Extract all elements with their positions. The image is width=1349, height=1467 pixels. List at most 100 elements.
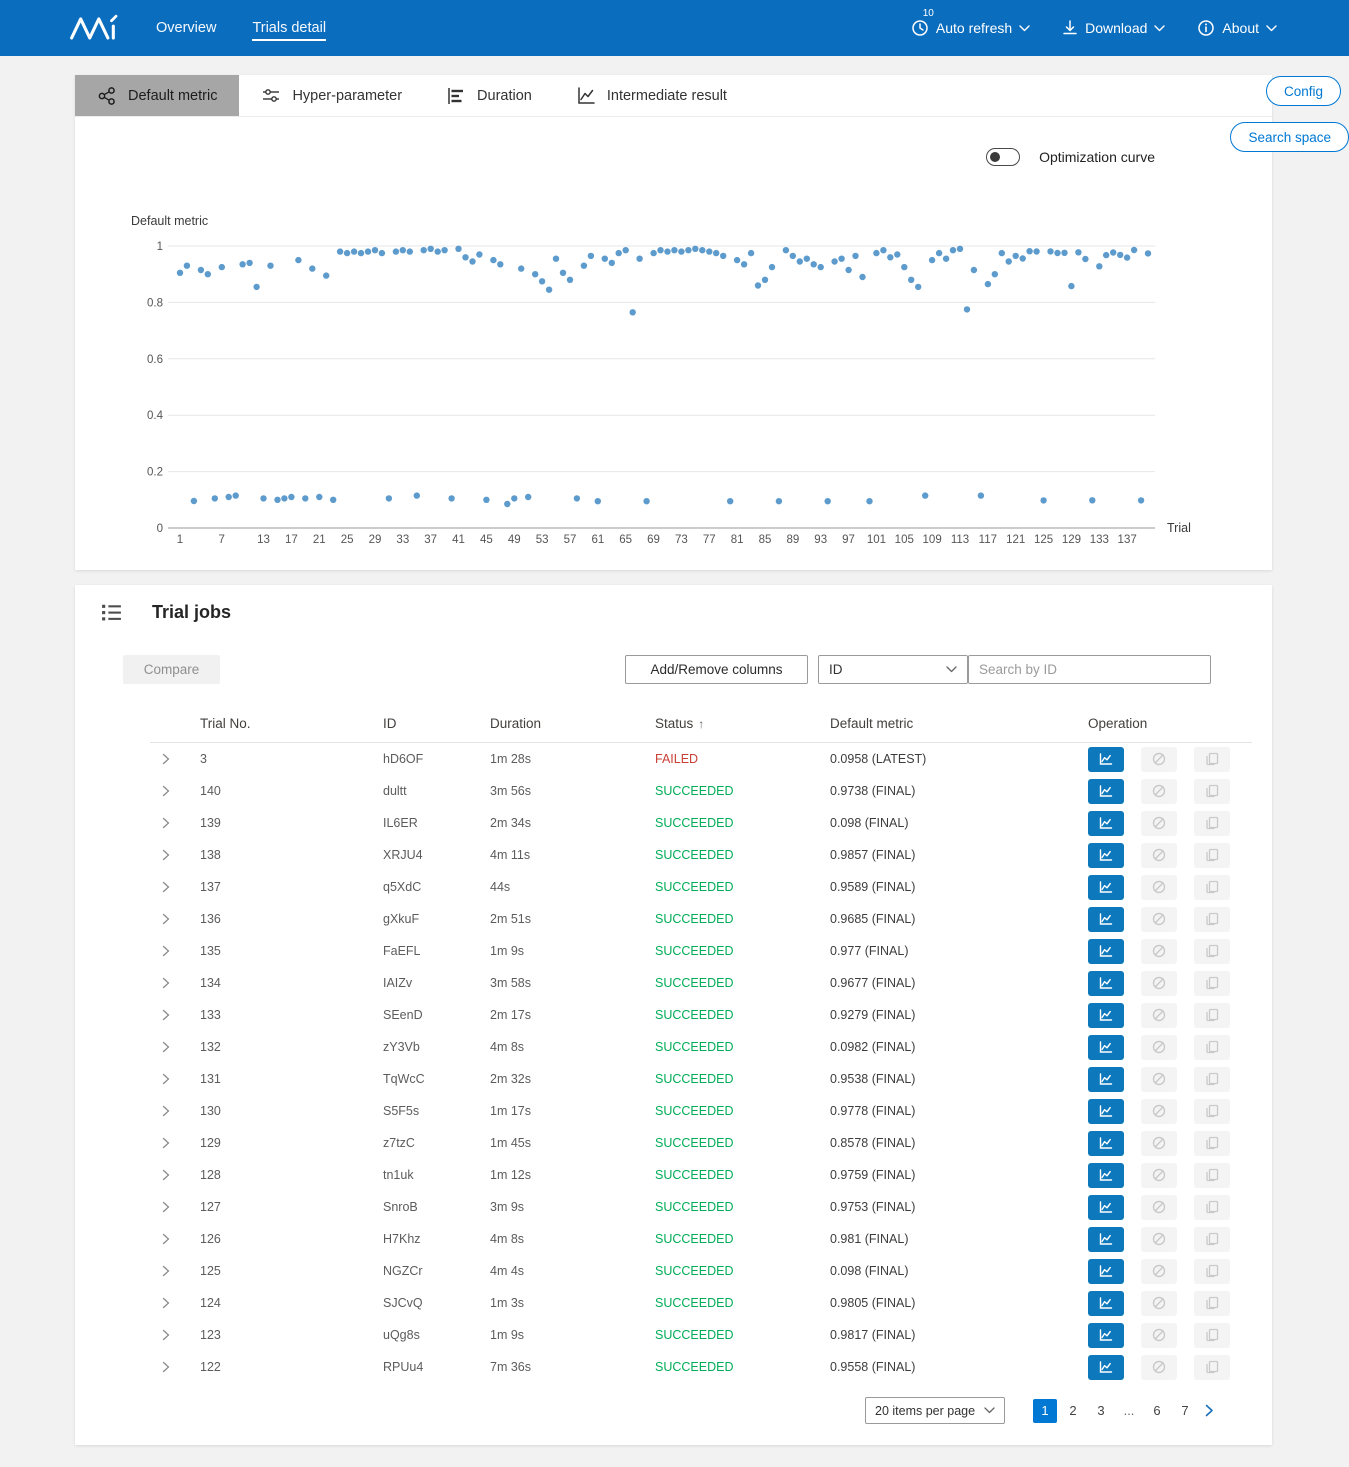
expand-row-button[interactable] bbox=[150, 785, 200, 797]
expand-row-button[interactable] bbox=[150, 1105, 200, 1117]
kill-job-button[interactable] bbox=[1141, 1291, 1177, 1316]
expand-row-button[interactable] bbox=[150, 1329, 200, 1341]
intermediate-result-button[interactable] bbox=[1088, 1291, 1124, 1316]
intermediate-result-button[interactable] bbox=[1088, 1067, 1124, 1092]
copy-parameter-button[interactable] bbox=[1194, 1291, 1230, 1316]
kill-job-button[interactable] bbox=[1141, 1355, 1177, 1380]
column-header-trial-no[interactable]: Trial No. bbox=[200, 716, 383, 731]
copy-parameter-button[interactable] bbox=[1194, 1035, 1230, 1060]
intermediate-result-button[interactable] bbox=[1088, 971, 1124, 996]
page-button-2[interactable]: 2 bbox=[1061, 1399, 1085, 1423]
compare-button[interactable]: Compare bbox=[123, 655, 220, 684]
intermediate-result-button[interactable] bbox=[1088, 1355, 1124, 1380]
page-button-6[interactable]: 6 bbox=[1145, 1399, 1169, 1423]
copy-parameter-button[interactable] bbox=[1194, 1227, 1230, 1252]
intermediate-result-button[interactable] bbox=[1088, 747, 1124, 772]
intermediate-result-button[interactable] bbox=[1088, 1003, 1124, 1028]
expand-row-button[interactable] bbox=[150, 817, 200, 829]
filter-type-dropdown[interactable]: ID bbox=[818, 655, 968, 684]
column-header-duration[interactable]: Duration bbox=[490, 716, 655, 731]
copy-parameter-button[interactable] bbox=[1194, 1355, 1230, 1380]
kill-job-button[interactable] bbox=[1141, 779, 1177, 804]
expand-row-button[interactable] bbox=[150, 849, 200, 861]
search-space-button[interactable]: Search space bbox=[1230, 122, 1349, 152]
intermediate-result-button[interactable] bbox=[1088, 811, 1124, 836]
tab-default-metric[interactable]: Default metric bbox=[75, 75, 239, 116]
expand-row-button[interactable] bbox=[150, 913, 200, 925]
expand-row-button[interactable] bbox=[150, 881, 200, 893]
kill-job-button[interactable] bbox=[1141, 1163, 1177, 1188]
page-button-7[interactable]: 7 bbox=[1173, 1399, 1197, 1423]
copy-parameter-button[interactable] bbox=[1194, 811, 1230, 836]
kill-job-button[interactable] bbox=[1141, 1131, 1177, 1156]
page-size-dropdown[interactable]: 20 items per page bbox=[865, 1397, 1005, 1424]
search-input[interactable] bbox=[968, 655, 1211, 684]
intermediate-result-button[interactable] bbox=[1088, 1195, 1124, 1220]
column-header-id[interactable]: ID bbox=[383, 716, 490, 731]
kill-job-button[interactable] bbox=[1141, 1099, 1177, 1124]
expand-row-button[interactable] bbox=[150, 1201, 200, 1213]
intermediate-result-button[interactable] bbox=[1088, 1035, 1124, 1060]
kill-job-button[interactable] bbox=[1141, 971, 1177, 996]
add-remove-columns-button[interactable]: Add/Remove columns bbox=[625, 655, 808, 684]
config-button[interactable]: Config bbox=[1266, 76, 1341, 106]
copy-parameter-button[interactable] bbox=[1194, 779, 1230, 804]
nav-item-trials-detail[interactable]: Trials detail bbox=[252, 16, 326, 41]
nav-item-overview[interactable]: Overview bbox=[156, 16, 216, 41]
expand-row-button[interactable] bbox=[150, 1137, 200, 1149]
intermediate-result-button[interactable] bbox=[1088, 1323, 1124, 1348]
copy-parameter-button[interactable] bbox=[1194, 1163, 1230, 1188]
about-control[interactable]: About bbox=[1197, 19, 1277, 37]
expand-row-button[interactable] bbox=[150, 1361, 200, 1373]
copy-parameter-button[interactable] bbox=[1194, 907, 1230, 932]
tab-hyper-parameter[interactable]: Hyper-parameter bbox=[239, 75, 424, 116]
intermediate-result-button[interactable] bbox=[1088, 1163, 1124, 1188]
expand-row-button[interactable] bbox=[150, 1233, 200, 1245]
auto-refresh-control[interactable]: 10 Auto refresh bbox=[911, 19, 1030, 37]
copy-parameter-button[interactable] bbox=[1194, 1323, 1230, 1348]
kill-job-button[interactable] bbox=[1141, 1259, 1177, 1284]
expand-row-button[interactable] bbox=[150, 1041, 200, 1053]
intermediate-result-button[interactable] bbox=[1088, 779, 1124, 804]
expand-row-button[interactable] bbox=[150, 1297, 200, 1309]
kill-job-button[interactable] bbox=[1141, 811, 1177, 836]
intermediate-result-button[interactable] bbox=[1088, 1099, 1124, 1124]
next-page-button[interactable] bbox=[1205, 1404, 1214, 1417]
kill-job-button[interactable] bbox=[1141, 939, 1177, 964]
copy-parameter-button[interactable] bbox=[1194, 875, 1230, 900]
copy-parameter-button[interactable] bbox=[1194, 747, 1230, 772]
optimization-curve-toggle[interactable] bbox=[986, 148, 1020, 166]
kill-job-button[interactable] bbox=[1141, 1195, 1177, 1220]
intermediate-result-button[interactable] bbox=[1088, 1227, 1124, 1252]
column-header-status[interactable]: Status ↑ bbox=[655, 716, 830, 731]
column-header-default-metric[interactable]: Default metric bbox=[830, 716, 1083, 731]
expand-row-button[interactable] bbox=[150, 1265, 200, 1277]
expand-row-button[interactable] bbox=[150, 1169, 200, 1181]
download-control[interactable]: Download bbox=[1062, 20, 1165, 37]
intermediate-result-button[interactable] bbox=[1088, 875, 1124, 900]
tab-intermediate-result[interactable]: Intermediate result bbox=[554, 75, 749, 116]
copy-parameter-button[interactable] bbox=[1194, 843, 1230, 868]
kill-job-button[interactable] bbox=[1141, 875, 1177, 900]
intermediate-result-button[interactable] bbox=[1088, 843, 1124, 868]
expand-row-button[interactable] bbox=[150, 753, 200, 765]
tab-duration[interactable]: Duration bbox=[424, 75, 554, 116]
kill-job-button[interactable] bbox=[1141, 747, 1177, 772]
kill-job-button[interactable] bbox=[1141, 1227, 1177, 1252]
intermediate-result-button[interactable] bbox=[1088, 939, 1124, 964]
kill-job-button[interactable] bbox=[1141, 1067, 1177, 1092]
copy-parameter-button[interactable] bbox=[1194, 1067, 1230, 1092]
page-button-1[interactable]: 1 bbox=[1033, 1399, 1057, 1423]
expand-row-button[interactable] bbox=[150, 1073, 200, 1085]
copy-parameter-button[interactable] bbox=[1194, 1259, 1230, 1284]
expand-row-button[interactable] bbox=[150, 945, 200, 957]
copy-parameter-button[interactable] bbox=[1194, 971, 1230, 996]
kill-job-button[interactable] bbox=[1141, 1323, 1177, 1348]
kill-job-button[interactable] bbox=[1141, 1035, 1177, 1060]
copy-parameter-button[interactable] bbox=[1194, 1003, 1230, 1028]
expand-row-button[interactable] bbox=[150, 1009, 200, 1021]
intermediate-result-button[interactable] bbox=[1088, 907, 1124, 932]
intermediate-result-button[interactable] bbox=[1088, 1259, 1124, 1284]
kill-job-button[interactable] bbox=[1141, 1003, 1177, 1028]
intermediate-result-button[interactable] bbox=[1088, 1131, 1124, 1156]
